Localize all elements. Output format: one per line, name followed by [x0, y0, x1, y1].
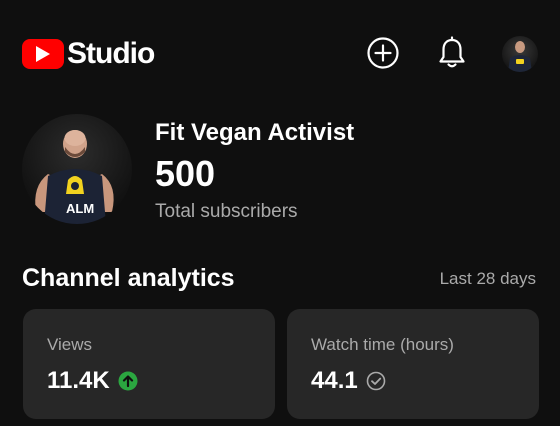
subscriber-label: Total subscribers	[155, 201, 298, 222]
views-label: Views	[47, 335, 93, 354]
watch-time-value: 44.1	[311, 367, 358, 394]
arrow-up-circle-icon	[118, 371, 138, 391]
watch-time-card[interactable]: Watch time (hours) 44.1	[287, 309, 539, 419]
watch-time-label: Watch time (hours)	[311, 335, 454, 354]
studio-logo[interactable]: Studio	[22, 37, 155, 71]
views-value-row: 11.4K	[47, 366, 138, 396]
date-range-selector[interactable]: Last 28 days	[440, 267, 536, 291]
views-value: 11.4K	[47, 367, 110, 394]
youtube-play-icon	[22, 39, 64, 69]
check-circle-icon	[366, 371, 386, 391]
brand-name: Studio	[67, 37, 155, 70]
account-avatar-button[interactable]	[502, 36, 538, 72]
views-card[interactable]: Views 11.4K	[23, 309, 275, 419]
top-app-bar: Studio	[0, 0, 560, 110]
subscriber-count: 500	[155, 153, 216, 194]
avatar	[508, 41, 532, 72]
notifications-button[interactable]	[435, 36, 469, 70]
channel-analytics-title: Channel analytics	[22, 264, 235, 292]
watch-time-value-row: 44.1	[311, 366, 386, 396]
channel-profile-photo: ALM	[35, 130, 114, 224]
channel-name: Fit Vegan Activist	[155, 119, 355, 146]
channel-avatar[interactable]: ALM	[22, 114, 132, 224]
bell-icon	[439, 36, 465, 68]
svg-text:ALM: ALM	[66, 201, 94, 216]
create-button[interactable]	[366, 36, 400, 70]
plus-circle-icon	[367, 37, 399, 69]
